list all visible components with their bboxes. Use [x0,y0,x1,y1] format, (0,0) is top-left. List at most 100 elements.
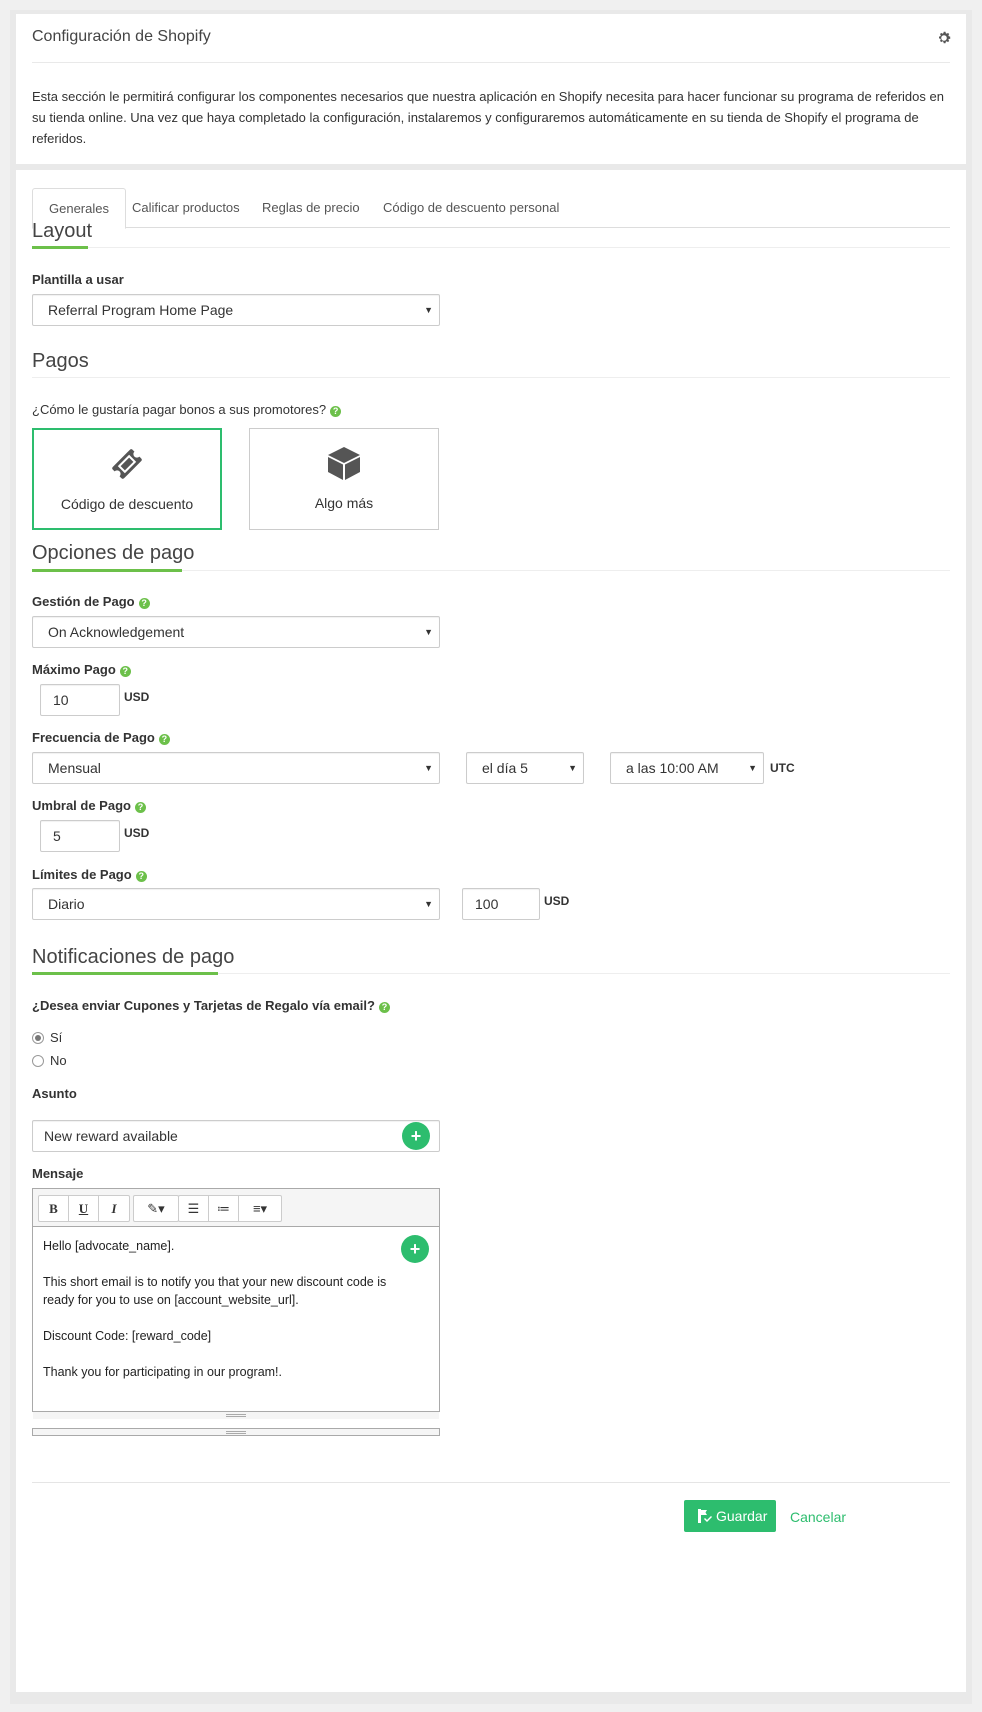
help-icon[interactable]: ? [158,734,170,745]
payment-option-other[interactable]: Algo más [249,428,439,530]
settings-card: Generales Calificar productos Reglas de … [16,170,966,1692]
tab-bar: Generales Calificar productos Reglas de … [32,188,950,229]
format-button-group: B U I [38,1195,130,1222]
save-button-label: Guardar [716,1508,768,1524]
radio-no-label: No [50,1053,67,1068]
section-title-layout: Layout [32,220,93,242]
payment-limits-select[interactable]: Diario ▼ [32,888,440,920]
resize-handle[interactable] [32,1428,440,1436]
save-button[interactable]: Guardar [684,1500,776,1532]
payment-management-value: On Acknowledgement [48,624,185,640]
payment-option-discount-code[interactable]: Código de descuento [32,428,222,530]
tab-codigo-descuento-personal[interactable]: Código de descuento personal [367,188,575,229]
currency-label: USD [544,894,570,908]
max-payment-label-text: Máximo Pago [32,662,116,677]
help-icon[interactable]: ? [378,1002,390,1013]
section-underline [32,972,218,975]
radio-yes-label: Sí [50,1030,63,1045]
payment-limits-value: Diario [48,896,85,912]
editor-content[interactable]: Hello [advocate_name]. This short email … [43,1237,399,1399]
payment-limits-amount-input[interactable]: 100 [462,888,540,920]
tab-reglas-de-precio[interactable]: Reglas de precio [246,188,376,229]
bullet-list-icon[interactable]: ☰ [179,1196,209,1221]
payment-limits-label-text: Límites de Pago [32,867,132,882]
payment-option-label: Código de descuento [60,496,194,512]
max-payment-input[interactable]: 10 [40,684,120,716]
gear-icon[interactable] [936,30,952,46]
align-icon[interactable]: ≡▾ [239,1196,281,1221]
timezone-label: UTC [770,761,795,775]
payment-threshold-label: Umbral de Pago? [32,798,146,813]
help-icon[interactable]: ? [138,598,150,609]
page: Configuración de Shopify Esta sección le… [10,10,972,1704]
help-icon[interactable]: ? [330,406,342,417]
payment-method-question-text: ¿Cómo le gustaría pagar bonos a sus prom… [32,402,327,417]
caret-down-icon: ▼ [424,627,433,637]
header-description: Esta sección le permitirá configurar los… [32,89,944,146]
underline-button[interactable]: U [69,1196,99,1221]
list-button-group: ☰ ≔ ≡▾ [178,1195,282,1222]
section-divider [32,247,950,248]
currency-label: USD [124,690,150,704]
payment-management-label: Gestión de Pago? [32,594,150,609]
message-line: Discount Code: [reward_code] [43,1329,212,1343]
payment-frequency-label: Frecuencia de Pago? [32,730,170,745]
section-title-notificaciones: Notificaciones de pago [32,946,235,968]
bold-button[interactable]: B [39,1196,69,1221]
tab-calificar-productos[interactable]: Calificar productos [116,188,256,229]
payment-day-value: el día 5 [482,760,528,776]
ticket-icon [112,449,142,479]
section-underline [32,246,88,249]
payment-limits-label: Límites de Pago? [32,867,147,882]
magic-wand-icon[interactable]: ✎▾ [134,1196,178,1221]
caret-down-icon: ▼ [568,763,577,773]
italic-button[interactable]: I [99,1196,129,1221]
help-icon[interactable]: ? [119,666,131,677]
payment-frequency-value: Mensual [48,760,101,776]
radio-yes[interactable]: Sí [32,1030,62,1045]
help-icon[interactable]: ? [135,871,147,882]
section-title-opciones-de-pago: Opciones de pago [32,542,195,564]
section-title-pagos: Pagos [32,350,89,372]
payment-frequency-label-text: Frecuencia de Pago [32,730,155,745]
insert-placeholder-button[interactable]: + [402,1122,430,1150]
section-underline [32,569,182,572]
message-editor[interactable]: B U I ✎▾ ☰ ≔ ≡▾ Hello [advocate_name]. T… [32,1188,440,1419]
radio-button[interactable] [32,1055,44,1067]
help-icon[interactable]: ? [134,802,146,813]
payment-time-value: a las 10:00 AM [626,760,719,776]
payment-time-select[interactable]: a las 10:00 AM ▼ [610,752,764,784]
insert-placeholder-button[interactable]: + [401,1235,429,1263]
template-label: Plantilla a usar [32,272,124,287]
message-line: Hello [advocate_name]. [43,1239,175,1253]
section-divider [32,377,950,378]
email-coupons-question: ¿Desea enviar Cupones y Tarjetas de Rega… [32,998,390,1013]
payment-day-select[interactable]: el día 5 ▼ [466,752,584,784]
max-payment-label: Máximo Pago? [32,662,131,677]
radio-no[interactable]: No [32,1053,67,1068]
template-select[interactable]: Referral Program Home Page ▼ [32,294,440,326]
save-icon [698,1509,712,1523]
template-select-value: Referral Program Home Page [48,302,234,318]
subject-input[interactable]: New reward available [32,1120,440,1152]
caret-down-icon: ▼ [424,763,433,773]
cancel-link[interactable]: Cancelar [790,1509,846,1525]
payment-threshold-label-text: Umbral de Pago [32,798,131,813]
email-coupons-question-text: ¿Desea enviar Cupones y Tarjetas de Rega… [32,998,375,1013]
payment-management-select[interactable]: On Acknowledgement ▼ [32,616,440,648]
numbered-list-icon[interactable]: ≔ [209,1196,239,1221]
resize-handle[interactable] [33,1411,439,1419]
page-title: Configuración de Shopify [32,28,211,45]
payment-frequency-select[interactable]: Mensual ▼ [32,752,440,784]
subject-label: Asunto [32,1086,77,1101]
payment-management-label-text: Gestión de Pago [32,594,135,609]
radio-button-checked[interactable] [32,1032,44,1044]
message-label: Mensaje [32,1166,84,1181]
payment-threshold-input[interactable]: 5 [40,820,120,852]
currency-label: USD [124,826,150,840]
payment-method-question: ¿Cómo le gustaría pagar bonos a sus prom… [32,402,342,417]
editor-toolbar: B U I ✎▾ ☰ ≔ ≡▾ [33,1189,439,1227]
caret-down-icon: ▼ [748,763,757,773]
caret-down-icon: ▼ [424,899,433,909]
style-button-group: ✎▾ [133,1195,179,1222]
